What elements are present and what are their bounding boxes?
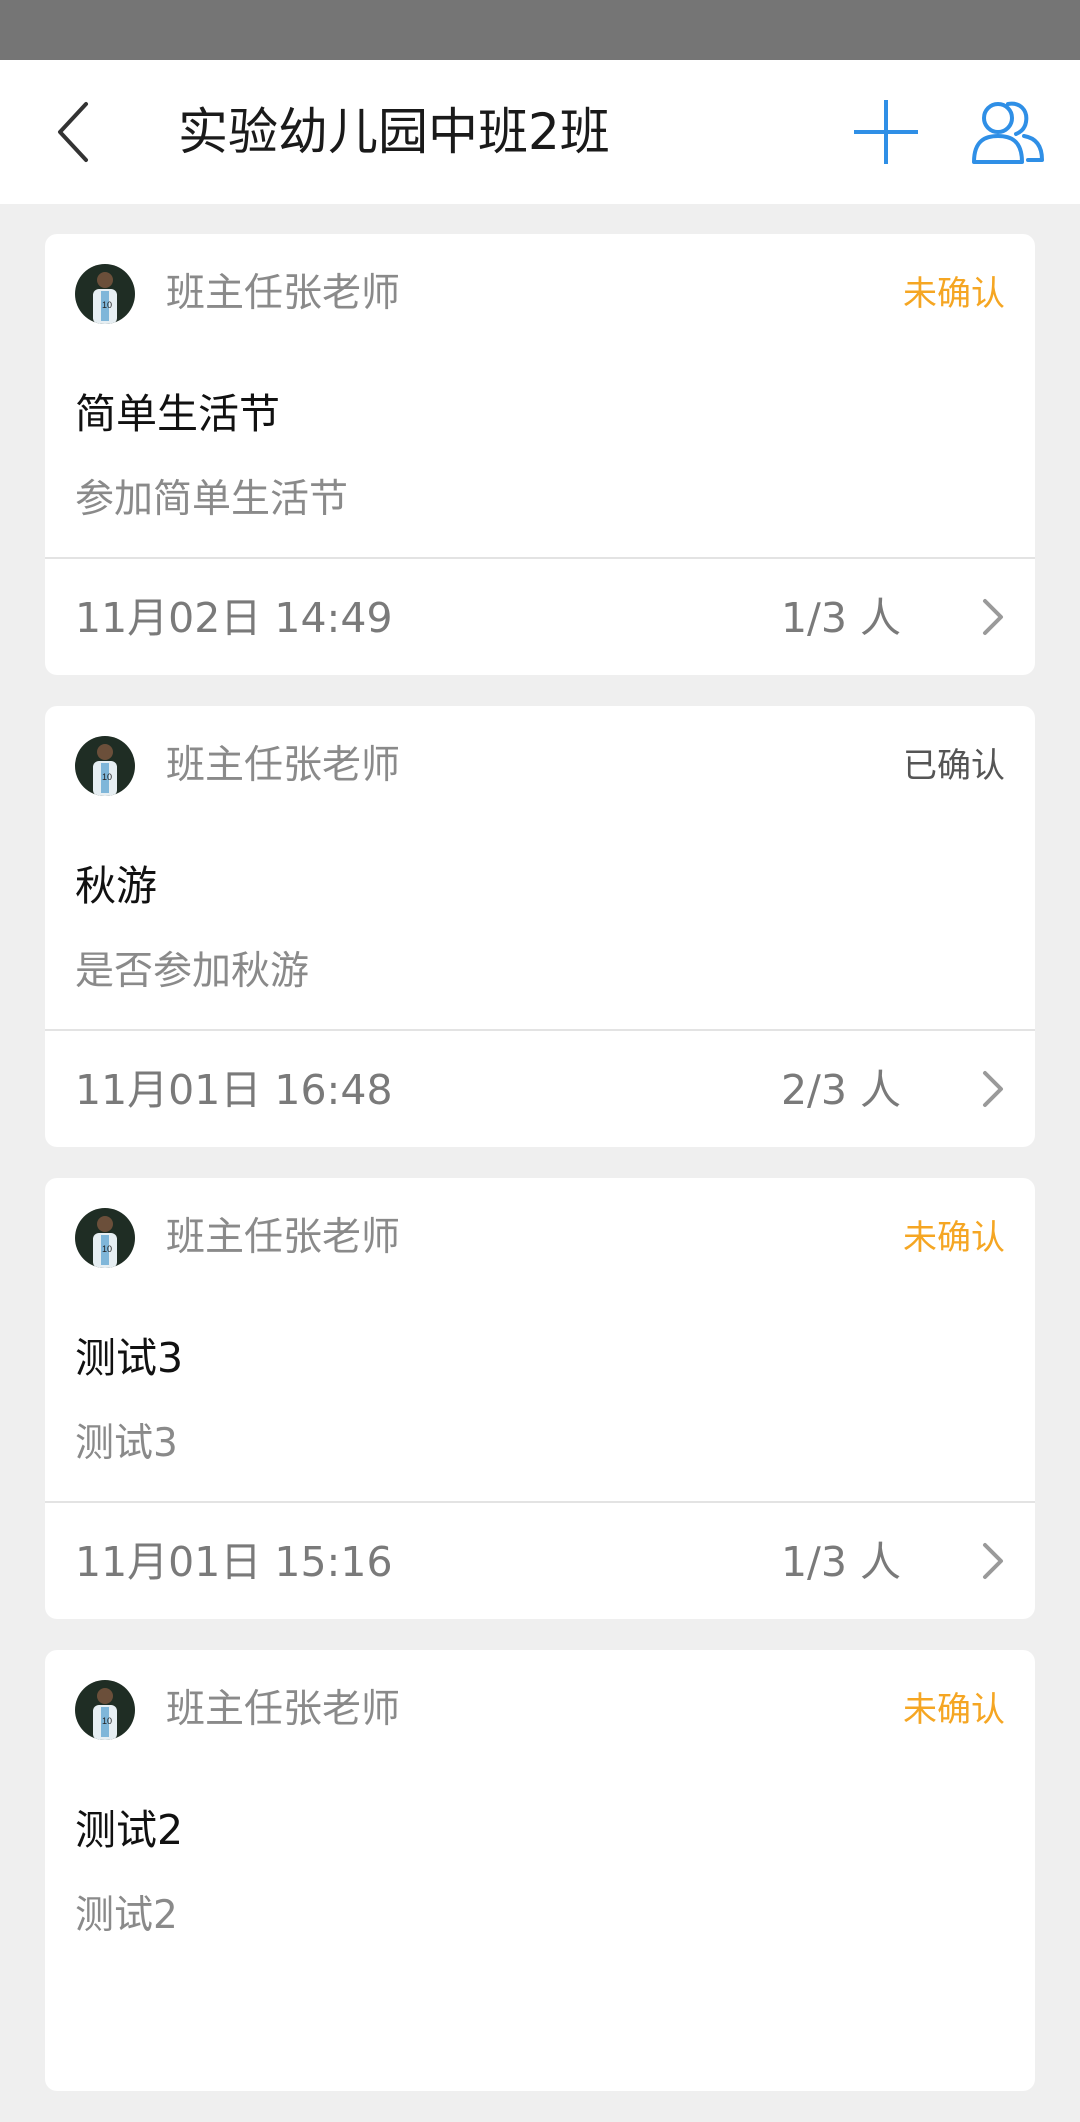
svg-text:10: 10 (102, 1244, 112, 1254)
group-icon (972, 101, 1044, 164)
page-title: 实验幼儿园中班2班 (178, 103, 610, 161)
notice-list: 10 班主任张老师 未确认 简单生活节 参加简单生活节 11月02日 14:49… (45, 234, 1035, 2122)
author-name: 班主任张老师 (166, 743, 401, 788)
notice-description: 测试2 (75, 1893, 178, 1938)
confirm-status: 未确认 (903, 1690, 1005, 1730)
notice-card[interactable]: 10 班主任张老师 未确认 测试3 测试3 11月01日 15:16 1/3 人 (45, 1178, 1035, 1619)
avatar-image: 10 (75, 1208, 135, 1268)
notice-description: 参加简单生活节 (75, 477, 349, 522)
author-name: 班主任张老师 (166, 271, 401, 316)
card-header: 10 班主任张老师 未确认 (45, 1178, 1035, 1298)
notice-title: 简单生活节 (75, 390, 280, 438)
confirm-count: 1/3 人 (780, 594, 901, 642)
avatar: 10 (75, 264, 135, 324)
members-button[interactable] (968, 94, 1048, 170)
notice-time: 11月01日 16:48 (75, 1066, 393, 1114)
notice-title: 测试3 (75, 1334, 184, 1382)
confirm-status: 已确认 (903, 746, 1005, 786)
notice-description: 测试3 (75, 1421, 178, 1466)
notice-title: 秋游 (75, 862, 157, 910)
avatar: 10 (75, 1208, 135, 1268)
confirm-status: 未确认 (903, 274, 1005, 314)
card-header: 10 班主任张老师 已确认 (45, 706, 1035, 826)
notice-footer[interactable]: 11月01日 16:48 2/3 人 (45, 1031, 1035, 1147)
notice-footer[interactable]: 11月01日 15:16 1/3 人 (45, 1503, 1035, 1619)
chevron-right-icon (983, 1543, 1003, 1579)
chevron-left-icon (58, 102, 88, 162)
notice-time: 11月01日 15:16 (75, 1538, 393, 1586)
avatar-image: 10 (75, 736, 135, 796)
avatar: 10 (75, 736, 135, 796)
confirm-status: 未确认 (903, 1218, 1005, 1258)
notice-title: 测试2 (75, 1806, 184, 1854)
plus-icon (854, 100, 918, 164)
notice-card[interactable]: 10 班主任张老师 已确认 秋游 是否参加秋游 11月01日 16:48 2/3… (45, 706, 1035, 1147)
back-button[interactable] (40, 92, 120, 172)
confirm-count: 2/3 人 (780, 1066, 901, 1114)
card-header: 10 班主任张老师 未确认 (45, 234, 1035, 354)
add-button[interactable] (848, 94, 924, 170)
author-name: 班主任张老师 (166, 1215, 401, 1260)
notice-footer[interactable]: 11月02日 14:49 1/3 人 (45, 559, 1035, 675)
notice-card[interactable]: 10 班主任张老师 未确认 测试2 测试2 (45, 1650, 1035, 2091)
avatar-image: 10 (75, 264, 135, 324)
top-app-bar: 实验幼儿园中班2班 (0, 60, 1080, 204)
notice-time: 11月02日 14:49 (75, 594, 393, 642)
svg-text:10: 10 (102, 300, 112, 310)
svg-text:10: 10 (102, 1716, 112, 1726)
chevron-right-icon (983, 599, 1003, 635)
avatar: 10 (75, 1680, 135, 1740)
author-name: 班主任张老师 (166, 1687, 401, 1732)
card-header: 10 班主任张老师 未确认 (45, 1650, 1035, 1770)
svg-text:10: 10 (102, 772, 112, 782)
notice-card[interactable]: 10 班主任张老师 未确认 简单生活节 参加简单生活节 11月02日 14:49… (45, 234, 1035, 675)
chevron-right-icon (983, 1071, 1003, 1107)
confirm-count: 1/3 人 (780, 1538, 901, 1586)
avatar-image: 10 (75, 1680, 135, 1740)
status-bar (0, 0, 1080, 60)
notice-description: 是否参加秋游 (75, 949, 310, 994)
